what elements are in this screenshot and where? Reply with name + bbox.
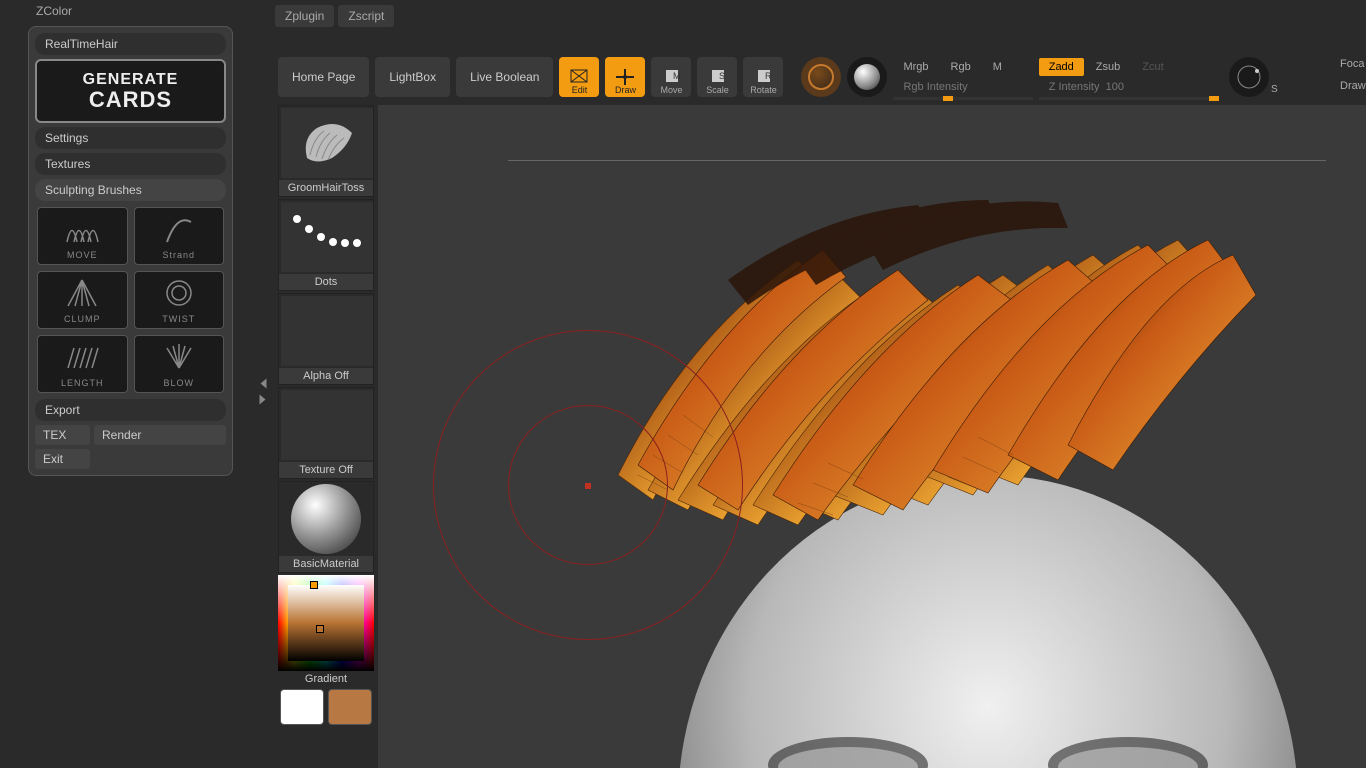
generate-l2: CARDS	[47, 89, 214, 111]
brush-picker[interactable]: GroomHairToss	[278, 105, 374, 197]
texture-picker[interactable]: Texture Off	[278, 387, 374, 479]
brush-length[interactable]: LENGTH	[37, 335, 128, 393]
color-picker[interactable]: Gradient	[278, 575, 374, 727]
color-marker-outer	[310, 581, 318, 589]
material-picker[interactable]: BasicMaterial	[278, 481, 374, 573]
edit-icon	[568, 67, 590, 87]
zcolor-header[interactable]: ZColor	[28, 0, 233, 22]
texture-thumbnail	[281, 390, 373, 460]
focal-dial[interactable]: S	[1229, 57, 1269, 97]
brush-blow[interactable]: BLOW	[134, 335, 225, 393]
brush-label: GroomHairToss	[279, 180, 373, 196]
settings-header[interactable]: Settings	[35, 127, 226, 149]
move-icon	[62, 214, 102, 244]
export-header[interactable]: Export	[35, 399, 226, 421]
render-button[interactable]: Render	[94, 425, 226, 445]
plugin-frame: RealTimeHair GENERATE CARDS Settings Tex…	[28, 26, 233, 476]
draw-icon	[614, 67, 636, 87]
blow-icon	[159, 342, 199, 372]
alpha-thumbnail	[281, 296, 373, 366]
twist-icon	[159, 278, 199, 308]
sphere-icon	[808, 64, 834, 90]
generate-cards-button[interactable]: GENERATE CARDS	[35, 59, 226, 123]
brush-center-dot	[585, 483, 591, 489]
chevron-right-icon	[260, 395, 267, 405]
brush-thumbnail	[281, 108, 373, 178]
zsub-button[interactable]: Zsub	[1086, 58, 1130, 76]
alpha-picker[interactable]: Alpha Off	[278, 293, 374, 385]
viewport-3d[interactable]	[378, 105, 1366, 768]
material-preview-a[interactable]	[801, 57, 841, 97]
tex-button[interactable]: TEX	[35, 425, 90, 445]
rotate-mode-button[interactable]: R Rotate	[743, 57, 783, 97]
brush-clump[interactable]: CLUMP	[37, 271, 128, 329]
m-button[interactable]: M	[983, 58, 1033, 76]
alpha-label: Alpha Off	[279, 368, 373, 384]
svg-text:M: M	[673, 71, 681, 81]
material-thumbnail	[291, 484, 361, 554]
plugin-title[interactable]: RealTimeHair	[35, 33, 226, 55]
rotate-icon: R	[752, 67, 774, 87]
rgb-intensity-slider[interactable]: Rgb Intensity	[893, 78, 1032, 96]
brush-twist[interactable]: TWIST	[134, 271, 225, 329]
swatch-primary[interactable]	[280, 689, 324, 725]
top-toolbar: Home Page LightBox Live Boolean Edit Dra…	[278, 55, 1366, 99]
move-mode-button[interactable]: M Move	[651, 57, 691, 97]
gradient-label[interactable]: Gradient	[278, 671, 374, 687]
chevron-left-icon	[260, 379, 267, 389]
draw-label[interactable]: Draw	[1336, 77, 1366, 95]
length-icon	[62, 342, 102, 372]
exit-button[interactable]: Exit	[35, 449, 90, 469]
move-icon: M	[660, 67, 682, 87]
dial-icon	[1235, 63, 1263, 91]
mrgb-button[interactable]: Mrgb	[893, 58, 938, 76]
scale-icon: S	[706, 67, 728, 87]
color-marker-inner	[316, 625, 324, 633]
zcut-button[interactable]: Zcut	[1132, 58, 1173, 76]
rgb-button[interactable]: Rgb	[941, 58, 981, 76]
sphere-icon	[854, 64, 880, 90]
stroke-label: Dots	[279, 274, 373, 290]
liveboolean-button[interactable]: Live Boolean	[456, 57, 553, 97]
svg-text:S: S	[719, 71, 725, 81]
draw-mode-button[interactable]: Draw	[605, 57, 645, 97]
panel-drag-handle[interactable]	[258, 380, 268, 403]
swatch-secondary[interactable]	[328, 689, 372, 725]
home-button[interactable]: Home Page	[278, 57, 369, 97]
zadd-button[interactable]: Zadd	[1039, 58, 1084, 76]
brush-strand[interactable]: Strand	[134, 207, 225, 265]
texture-label: Texture Off	[279, 462, 373, 478]
color-swatch-area[interactable]	[278, 575, 374, 671]
material-preview-b[interactable]	[847, 57, 887, 97]
clump-icon	[62, 278, 102, 308]
material-label: BasicMaterial	[279, 556, 373, 572]
stroke-picker[interactable]: Dots	[278, 199, 374, 291]
menu-zplugin[interactable]: Zplugin	[275, 5, 334, 27]
sculpting-header[interactable]: Sculpting Brushes	[35, 179, 226, 201]
focal-label[interactable]: Foca	[1336, 55, 1366, 73]
scale-mode-button[interactable]: S Scale	[697, 57, 737, 97]
brush-move[interactable]: MOVE	[37, 207, 128, 265]
textures-header[interactable]: Textures	[35, 153, 226, 175]
menu-zscript[interactable]: Zscript	[338, 5, 394, 27]
stroke-thumbnail	[281, 202, 373, 272]
lightbox-button[interactable]: LightBox	[375, 57, 450, 97]
strand-icon	[159, 214, 199, 244]
svg-text:R: R	[765, 71, 772, 81]
edit-mode-button[interactable]: Edit	[559, 57, 599, 97]
z-intensity-slider[interactable]: Z Intensity 100	[1039, 78, 1219, 96]
